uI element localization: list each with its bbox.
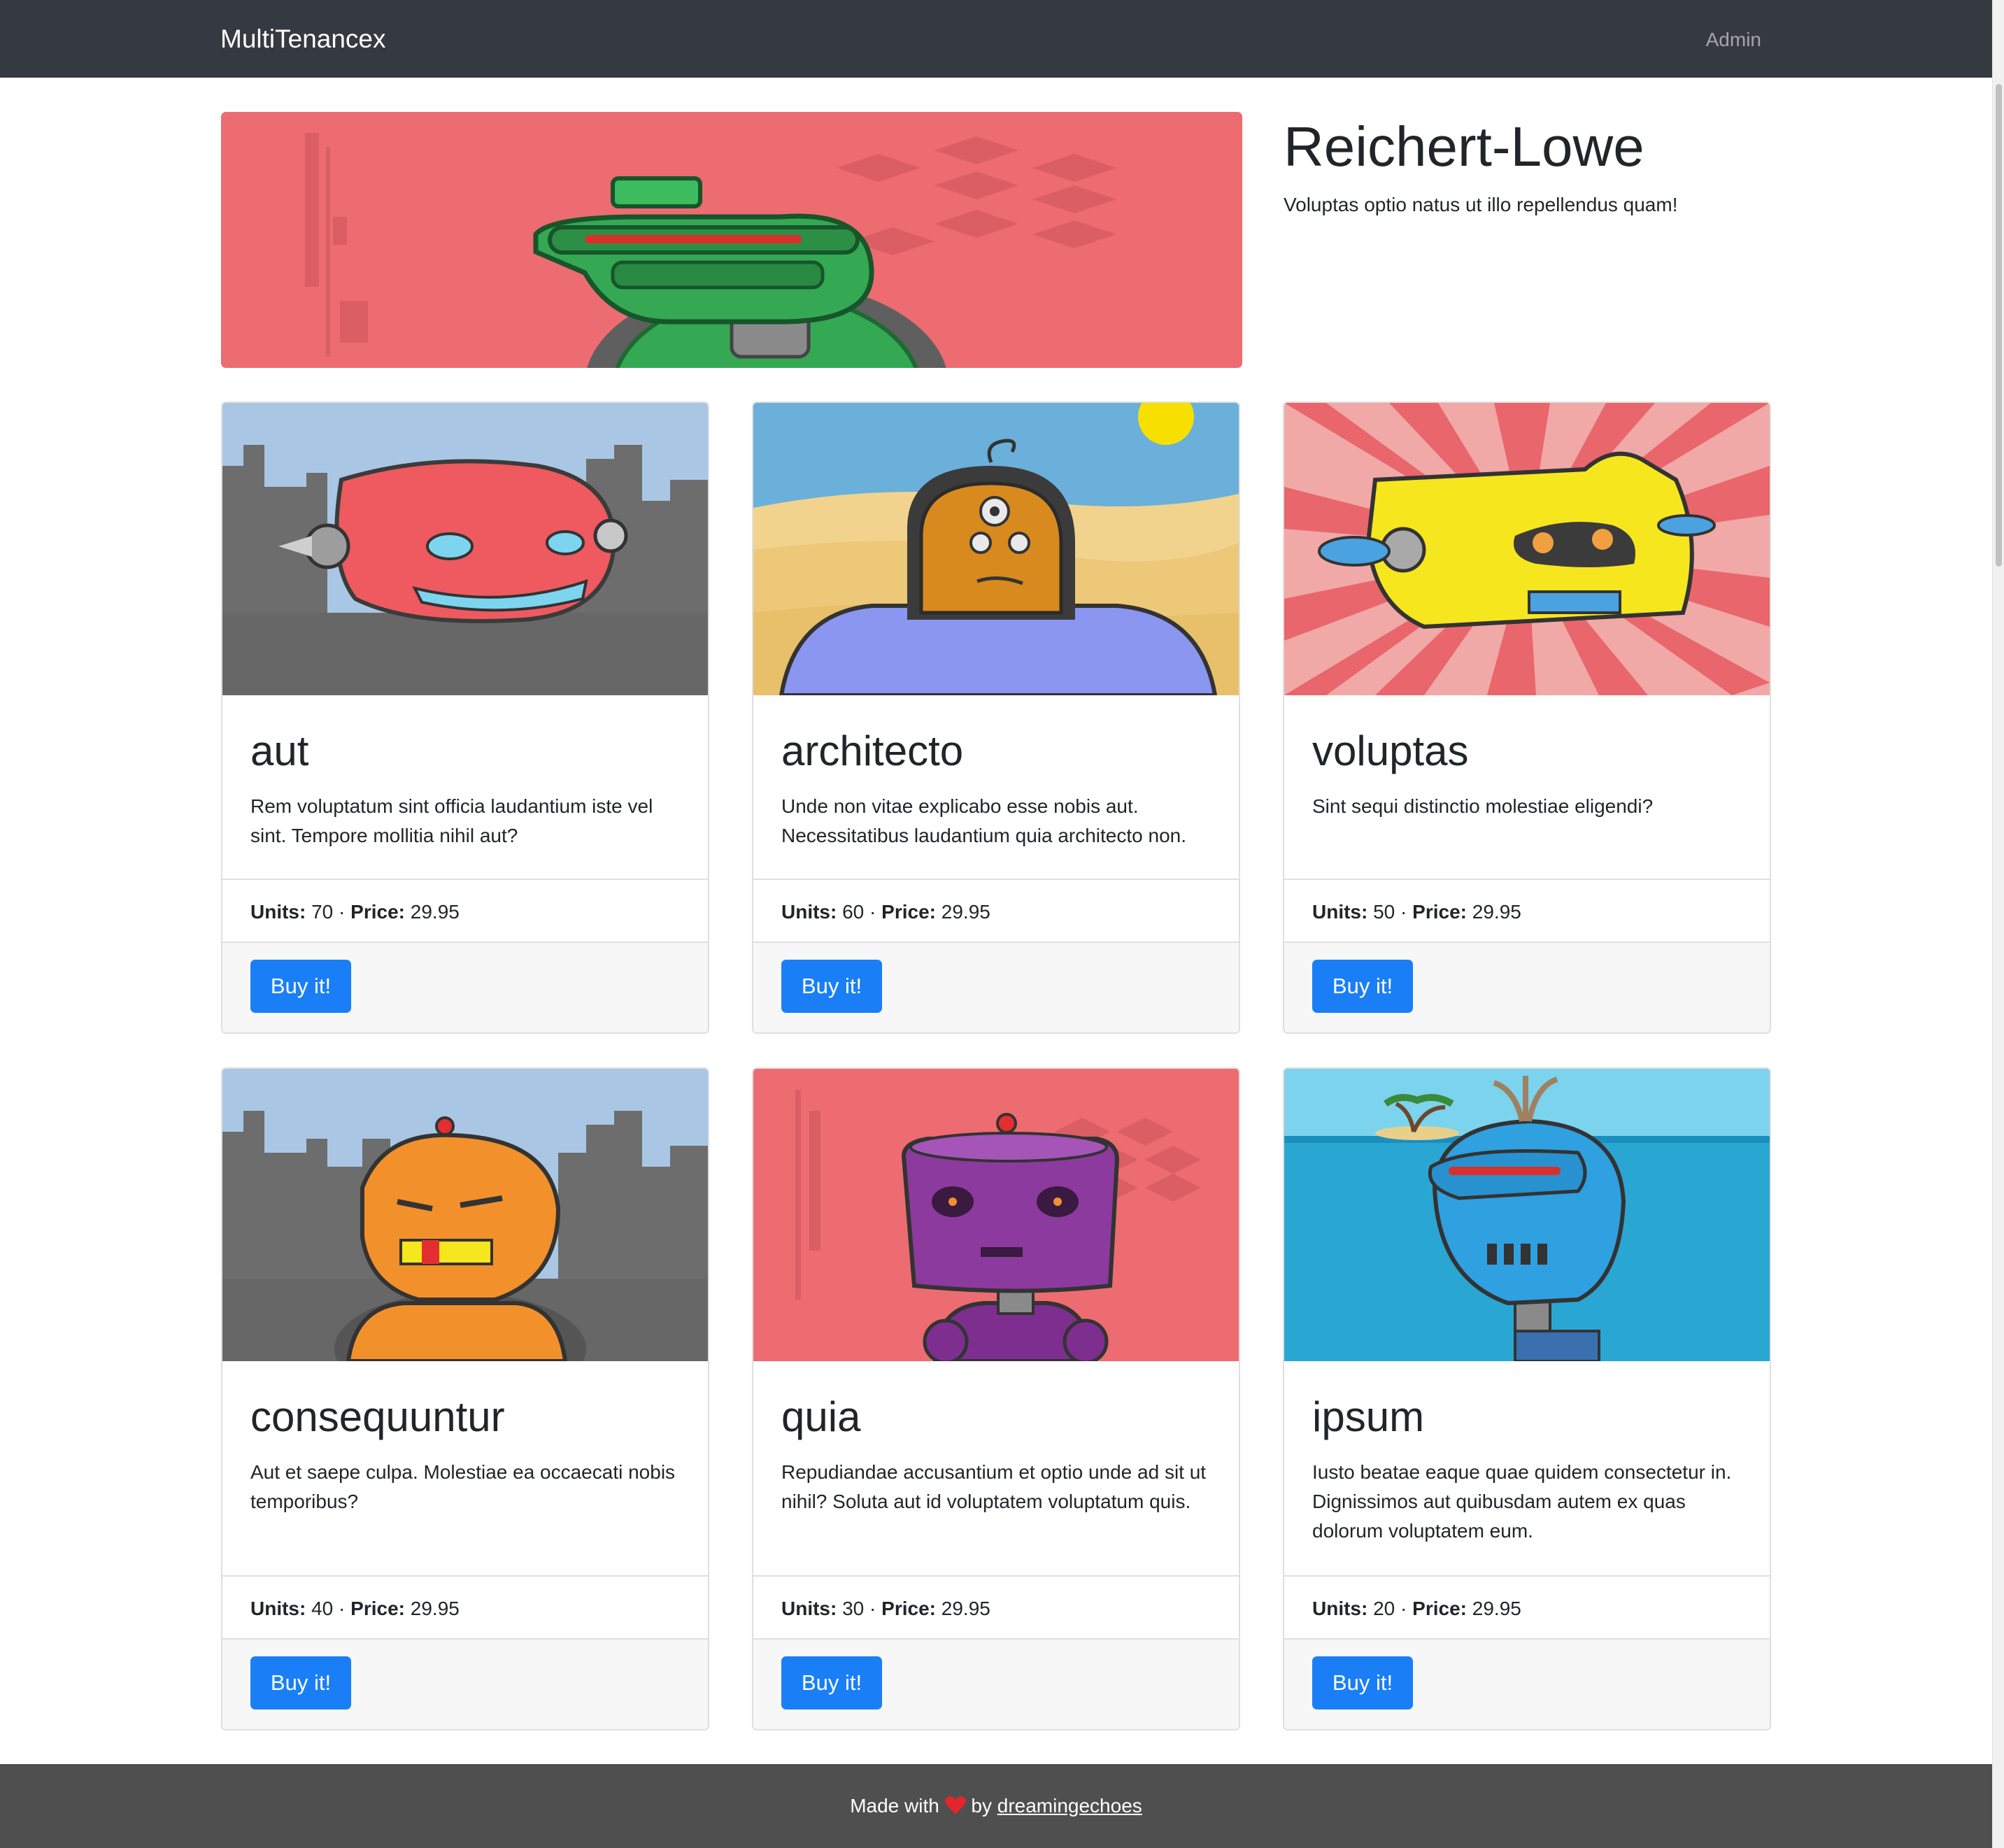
- product-image: [1284, 1069, 1770, 1361]
- nav-admin-link[interactable]: Admin: [1706, 24, 1761, 55]
- units-label: Units:: [250, 901, 306, 923]
- product-title: consequuntur: [250, 1393, 505, 1440]
- units-value: 60: [842, 901, 865, 923]
- price-label: Price:: [1412, 901, 1467, 923]
- units-label: Units:: [781, 901, 837, 923]
- product-card: voluptas Sint sequi distinctio molestiae…: [1283, 401, 1771, 1034]
- product-meta: Units: 30 · Price: 29.95: [753, 1575, 1239, 1641]
- hero-image: [221, 112, 1242, 368]
- product-card-footer: Buy it!: [222, 1638, 708, 1729]
- product-description: Iusto beatae eaque quae quidem consectet…: [1312, 1461, 1732, 1542]
- product-description: Unde non vitae explicabo esse nobis aut.…: [781, 795, 1187, 846]
- orange-robot-icon: [753, 403, 1239, 695]
- product-meta: Units: 50 · Price: 29.95: [1284, 879, 1770, 944]
- product-title: aut: [250, 727, 309, 774]
- price-label: Price:: [881, 1598, 936, 1619]
- units-label: Units:: [781, 1598, 837, 1619]
- product-image: [222, 403, 708, 695]
- meta-separator: ·: [339, 901, 346, 923]
- buy-button[interactable]: Buy it!: [781, 960, 882, 1013]
- price-value: 29.95: [941, 901, 990, 923]
- product-card-footer: Buy it!: [1284, 1638, 1770, 1729]
- units-label: Units:: [1312, 901, 1368, 923]
- heart-icon: [944, 1767, 966, 1848]
- price-value: 29.95: [941, 1598, 990, 1619]
- price-value: 29.95: [1472, 901, 1521, 923]
- buy-button[interactable]: Buy it!: [1312, 960, 1413, 1013]
- yellow-robot-icon: [1284, 403, 1770, 695]
- red-robot-icon: [222, 403, 708, 695]
- units-label: Units:: [1312, 1598, 1368, 1619]
- product-card: quia Repudiandae accusantium et optio un…: [752, 1067, 1240, 1730]
- footer-author-link[interactable]: dreamingechoes: [997, 1795, 1142, 1817]
- meta-separator: ·: [1400, 1598, 1407, 1619]
- product-meta: Units: 40 · Price: 29.95: [222, 1575, 708, 1641]
- product-image: [753, 403, 1239, 695]
- units-label: Units:: [250, 1598, 306, 1619]
- price-label: Price:: [350, 1598, 405, 1619]
- units-value: 40: [311, 1598, 334, 1619]
- units-value: 20: [1373, 1598, 1395, 1619]
- product-image: [753, 1069, 1239, 1361]
- meta-separator: ·: [1400, 901, 1407, 923]
- store-subtitle: Voluptas optio natus ut illo repellendus…: [1284, 194, 1678, 215]
- price-value: 29.95: [1472, 1598, 1521, 1619]
- blue-robot-icon: [1284, 1069, 1770, 1361]
- page-footer: Made with by dreamingechoes: [0, 1764, 1992, 1848]
- price-label: Price:: [1412, 1598, 1467, 1619]
- buy-button[interactable]: Buy it!: [1312, 1656, 1413, 1710]
- store-title: Reichert-Lowe: [1284, 115, 1644, 178]
- buy-button[interactable]: Buy it!: [250, 1656, 351, 1710]
- product-title: ipsum: [1312, 1393, 1425, 1440]
- orange-robot-icon: [222, 1069, 708, 1361]
- units-value: 30: [842, 1598, 865, 1619]
- units-value: 70: [311, 901, 334, 923]
- meta-separator: ·: [339, 1598, 346, 1619]
- price-value: 29.95: [410, 1598, 460, 1619]
- product-description: Aut et saepe culpa. Molestiae ea occaeca…: [250, 1461, 676, 1512]
- brand-link[interactable]: MultiTenancex: [220, 21, 386, 57]
- product-card: aut Rem voluptatum sint officia laudanti…: [221, 401, 709, 1034]
- navbar: MultiTenancex Admin: [0, 0, 1992, 78]
- units-value: 50: [1373, 901, 1395, 923]
- product-meta: Units: 70 · Price: 29.95: [222, 879, 708, 944]
- purple-robot-icon: [753, 1069, 1239, 1361]
- product-card-footer: Buy it!: [222, 941, 708, 1032]
- product-card-footer: Buy it!: [753, 1638, 1239, 1729]
- product-card: architecto Unde non vitae explicabo esse…: [752, 401, 1240, 1034]
- price-label: Price:: [350, 901, 405, 923]
- product-card: ipsum Iusto beatae eaque quae quidem con…: [1283, 1067, 1771, 1730]
- robot-icon: [221, 112, 1242, 368]
- meta-separator: ·: [869, 901, 876, 923]
- product-title: quia: [781, 1393, 861, 1440]
- scrollbar-thumb[interactable]: [1996, 84, 2002, 567]
- product-description: Repudiandae accusantium et optio unde ad…: [781, 1461, 1207, 1512]
- product-meta: Units: 60 · Price: 29.95: [753, 879, 1239, 944]
- price-value: 29.95: [410, 901, 460, 923]
- price-label: Price:: [881, 901, 936, 923]
- scrollbar[interactable]: [1992, 0, 2004, 1848]
- footer-by: by: [971, 1795, 992, 1817]
- footer-made-with: Made with: [850, 1795, 939, 1817]
- product-meta: Units: 20 · Price: 29.95: [1284, 1575, 1770, 1641]
- product-card: consequuntur Aut et saepe culpa. Molesti…: [221, 1067, 709, 1730]
- product-title: voluptas: [1312, 727, 1469, 774]
- buy-button[interactable]: Buy it!: [781, 1656, 882, 1710]
- product-title: architecto: [781, 727, 964, 774]
- product-image: [222, 1069, 708, 1361]
- product-card-footer: Buy it!: [753, 941, 1239, 1032]
- product-card-footer: Buy it!: [1284, 941, 1770, 1032]
- product-description: Rem voluptatum sint officia laudantium i…: [250, 795, 653, 846]
- buy-button[interactable]: Buy it!: [250, 960, 351, 1013]
- product-image: [1284, 403, 1770, 695]
- product-description: Sint sequi distinctio molestiae eligendi…: [1312, 795, 1654, 817]
- meta-separator: ·: [869, 1598, 876, 1619]
